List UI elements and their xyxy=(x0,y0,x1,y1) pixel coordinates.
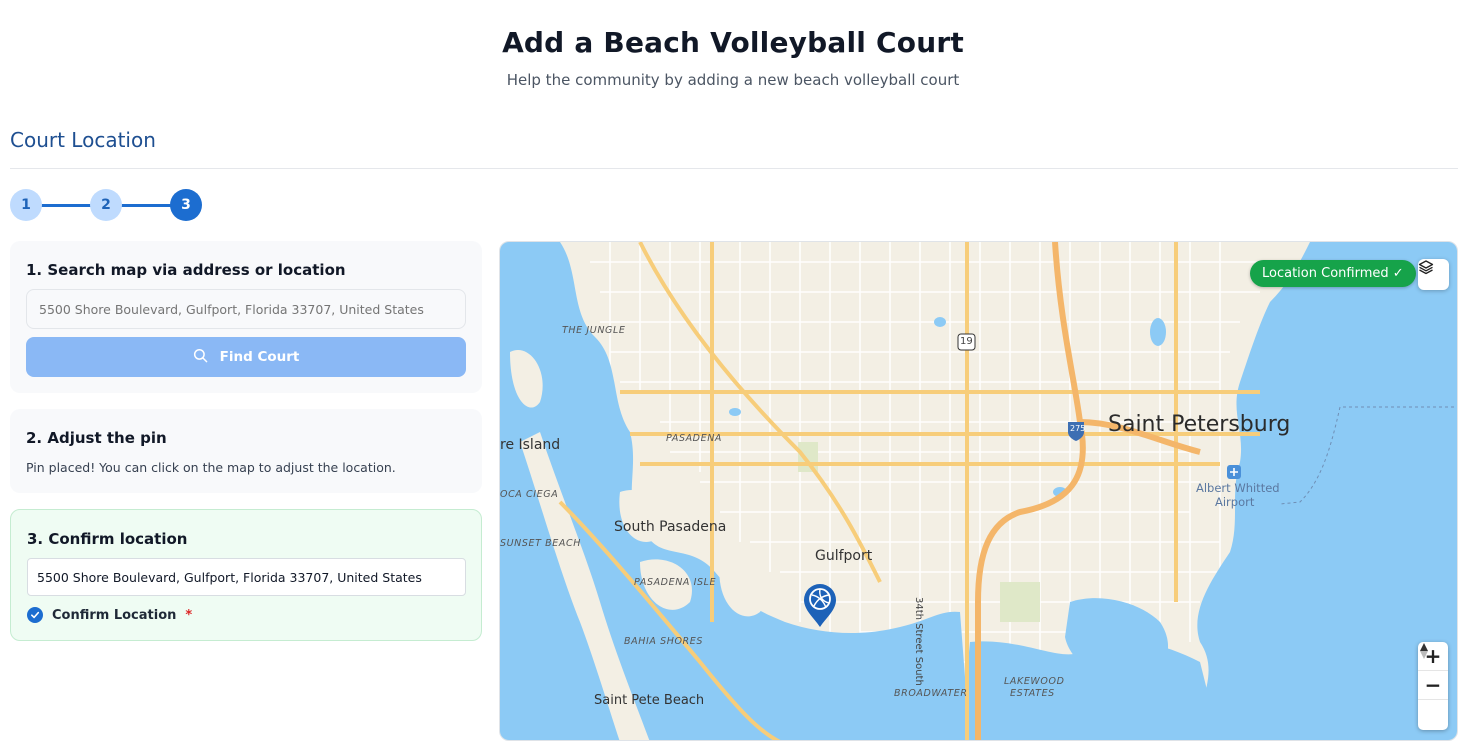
search-input[interactable] xyxy=(26,289,466,329)
step-1[interactable]: 1 xyxy=(10,189,42,221)
required-marker: * xyxy=(185,607,193,623)
map-label-treasure-island: re Island xyxy=(500,437,561,453)
confirm-location-card: 3. Confirm location 5500 Shore Boulevard… xyxy=(10,509,482,641)
step-2[interactable]: 2 xyxy=(90,189,122,221)
map-label-boca-ciega: OCA CIEGA xyxy=(500,489,559,500)
map-label-saint-petersburg: Saint Petersburg xyxy=(1108,412,1291,437)
map-label-lakewood: LAKEWOOD xyxy=(1004,676,1065,687)
zoom-controls: + − xyxy=(1418,642,1448,730)
location-confirmed-badge: Location Confirmed ✓ xyxy=(1250,260,1416,287)
find-court-button[interactable]: Find Court xyxy=(26,337,466,377)
map-label-sunset-beach: SUNSET BEACH xyxy=(500,538,581,549)
step-3[interactable]: 3 xyxy=(170,189,202,221)
map-label-34th-street: 34th Street South xyxy=(913,597,924,686)
map-label-albert-whitted: Albert Whitted xyxy=(1196,481,1280,495)
adjust-pin-card: 2. Adjust the pin Pin placed! You can cl… xyxy=(10,409,482,493)
route-275-shield-label: 275 xyxy=(1070,424,1086,433)
search-icon xyxy=(193,348,208,367)
stepper-connector xyxy=(40,204,92,207)
adjust-pin-description: Pin placed! You can click on the map to … xyxy=(26,460,396,475)
search-heading: 1. Search map via address or location xyxy=(26,261,346,279)
page-title: Add a Beach Volleyball Court xyxy=(502,26,964,59)
map-canvas xyxy=(500,242,1457,740)
layers-icon[interactable] xyxy=(1418,259,1449,290)
map-label-pasadena: PASADENA xyxy=(666,433,723,444)
map-label-estates: ESTATES xyxy=(1010,688,1055,699)
map-label-the-jungle: THE JUNGLE xyxy=(562,325,626,336)
page-subtitle: Help the community by adding a new beach… xyxy=(506,71,960,89)
route-19-shield-label: 19 xyxy=(960,336,973,347)
confirm-location-label: Confirm Location xyxy=(52,607,177,623)
confirm-location-checkbox-row[interactable]: Confirm Location * xyxy=(27,607,192,623)
map-label-south-pasadena: South Pasadena xyxy=(614,519,727,535)
map-label-airport: Airport xyxy=(1215,495,1255,509)
zoom-out-button[interactable]: − xyxy=(1418,671,1448,700)
section-divider xyxy=(10,168,1458,169)
confirmed-address-field[interactable]: 5500 Shore Boulevard, Gulfport, Florida … xyxy=(27,558,466,596)
map-label-pasadena-isle: PASADENA ISLE xyxy=(634,577,717,588)
search-card: 1. Search map via address or location Fi… xyxy=(10,241,482,393)
map-label-saint-pete-beach: Saint Pete Beach xyxy=(594,693,705,708)
check-circle-icon[interactable] xyxy=(27,607,43,623)
map-label-gulfport: Gulfport xyxy=(815,548,873,564)
adjust-pin-heading: 2. Adjust the pin xyxy=(26,429,167,447)
stepper-connector xyxy=(120,204,172,207)
map-label-bahia-shores: BAHIA SHORES xyxy=(624,636,703,647)
map-label-broadwater: BROADWATER xyxy=(894,688,968,699)
map-view[interactable]: 19 275 Saint Petersburg THE JUNGLE PASAD… xyxy=(499,241,1458,741)
find-court-label: Find Court xyxy=(219,349,300,365)
confirm-location-heading: 3. Confirm location xyxy=(27,530,188,548)
section-title: Court Location xyxy=(10,128,156,152)
compass-icon[interactable] xyxy=(1418,643,1448,729)
volleyball-pin-icon[interactable] xyxy=(802,582,838,628)
